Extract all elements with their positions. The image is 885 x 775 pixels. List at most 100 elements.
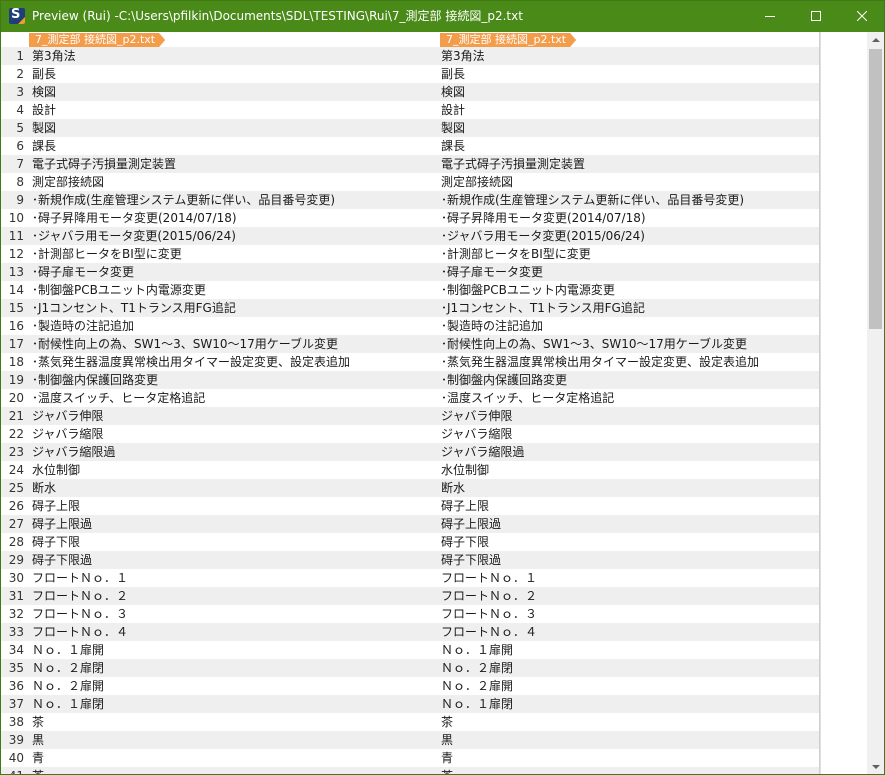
target-row[interactable]: ･新規作成(生産管理システム更新に伴い、品目番号変更) xyxy=(434,191,819,209)
target-row[interactable]: 碍子上限 xyxy=(434,497,819,515)
source-row[interactable]: 34 Ｎｏ．１扉開 xyxy=(1,641,434,659)
source-row[interactable]: 9 ･新規作成(生産管理システム更新に伴い、品目番号変更) xyxy=(1,191,434,209)
title-bar[interactable]: S Preview (Rui) -C:\Users\pfilkin\Docume… xyxy=(1,1,884,32)
source-row[interactable]: 36 Ｎｏ．２扉開 xyxy=(1,677,434,695)
source-row[interactable]: 24 水位制御 xyxy=(1,461,434,479)
target-row[interactable]: ･制御盤PCBユニット内電源変更 xyxy=(434,281,819,299)
source-row[interactable]: 17 ･耐候性向上の為、SW1～3、SW10～17用ケーブル変更 xyxy=(1,335,434,353)
scroll-down-button[interactable] xyxy=(867,758,884,774)
target-row[interactable]: 断水 xyxy=(434,479,819,497)
target-row[interactable]: 電子式碍子汚損量測定装置 xyxy=(434,155,819,173)
target-row[interactable]: フロートＮｏ．４ xyxy=(434,623,819,641)
source-row[interactable]: 11 ･ジャバラ用モータ変更(2015/06/24) xyxy=(1,227,434,245)
source-row[interactable]: 33 フロートＮｏ．４ xyxy=(1,623,434,641)
target-row[interactable]: ･制御盤内保護回路変更 xyxy=(434,371,819,389)
source-row[interactable]: 4 設計 xyxy=(1,101,434,119)
target-row[interactable]: 黒 xyxy=(434,731,819,749)
vertical-scrollbar[interactable] xyxy=(867,32,884,774)
target-row[interactable]: ･計測部ヒータをBI型に変更 xyxy=(434,245,819,263)
source-row[interactable]: 40 青 xyxy=(1,749,434,767)
source-row[interactable]: 27 碍子上限過 xyxy=(1,515,434,533)
source-row[interactable]: 28 碍子下限 xyxy=(1,533,434,551)
source-row[interactable]: 30 フロートＮｏ．１ xyxy=(1,569,434,587)
target-row[interactable]: 課長 xyxy=(434,137,819,155)
source-row[interactable]: 15 ･J1コンセント、T1トランス用FG追記 xyxy=(1,299,434,317)
target-row[interactable]: ･ジャバラ用モータ変更(2015/06/24) xyxy=(434,227,819,245)
source-row[interactable]: 3 検図 xyxy=(1,83,434,101)
source-row[interactable]: 31 フロートＮｏ．２ xyxy=(1,587,434,605)
source-row[interactable]: 1 第3角法 xyxy=(1,47,434,65)
target-row[interactable]: 青 xyxy=(434,749,819,767)
target-row[interactable]: ･J1コンセント、T1トランス用FG追記 xyxy=(434,299,819,317)
minimize-icon xyxy=(765,16,775,17)
source-row[interactable]: 16 ･製造時の注記追加 xyxy=(1,317,434,335)
target-row[interactable]: 水位制御 xyxy=(434,461,819,479)
target-row[interactable]: 測定部接続図 xyxy=(434,173,819,191)
source-row[interactable]: 41 茶 xyxy=(1,767,434,774)
target-row[interactable]: 碍子下限 xyxy=(434,533,819,551)
source-row[interactable]: 5 製図 xyxy=(1,119,434,137)
line-number: 7 xyxy=(16,157,24,171)
source-row[interactable]: 29 碍子下限過 xyxy=(1,551,434,569)
target-row[interactable]: Ｎｏ．２扉開 xyxy=(434,677,819,695)
arrow-up-icon xyxy=(872,38,880,42)
source-row[interactable]: 35 Ｎｏ．２扉閉 xyxy=(1,659,434,677)
source-row[interactable]: 2 副長 xyxy=(1,65,434,83)
source-row[interactable]: 10 ･碍子昇降用モータ変更(2014/07/18) xyxy=(1,209,434,227)
source-row[interactable]: 19 ･制御盤内保護回路変更 xyxy=(1,371,434,389)
target-row[interactable]: Ｎｏ．２扉閉 xyxy=(434,659,819,677)
source-row[interactable]: 12 ･計測部ヒータをBI型に変更 xyxy=(1,245,434,263)
target-row[interactable]: 製図 xyxy=(434,119,819,137)
target-row[interactable]: フロートＮｏ．２ xyxy=(434,587,819,605)
target-row[interactable]: ･碍子扉モータ変更 xyxy=(434,263,819,281)
line-number: 36 xyxy=(8,679,24,693)
source-segment-text: ･制御盤内保護回路変更 xyxy=(32,373,159,387)
source-row[interactable]: 7 電子式碍子汚損量測定装置 xyxy=(1,155,434,173)
source-row[interactable]: 18 ･蒸気発生器温度異常検出用タイマー設定変更、設定表追加 xyxy=(1,353,434,371)
source-segment-text: Ｎｏ．１扉開 xyxy=(32,643,105,657)
target-row[interactable]: 検図 xyxy=(434,83,819,101)
source-row[interactable]: 13 ･碍子扉モータ変更 xyxy=(1,263,434,281)
source-row[interactable]: 26 碍子上限 xyxy=(1,497,434,515)
close-button[interactable] xyxy=(839,1,884,32)
target-row[interactable]: 第3角法 xyxy=(434,47,819,65)
target-row[interactable]: ･耐候性向上の為、SW1～3、SW10～17用ケーブル変更 xyxy=(434,335,819,353)
target-row[interactable]: Ｎｏ．１扉閉 xyxy=(434,695,819,713)
target-row[interactable]: 茶 xyxy=(434,767,819,774)
source-row[interactable]: 32 フロートＮｏ．３ xyxy=(1,605,434,623)
source-row[interactable]: 8 測定部接続図 xyxy=(1,173,434,191)
target-row[interactable]: 碍子上限過 xyxy=(434,515,819,533)
source-row[interactable]: 14 ･制御盤PCBユニット内電源変更 xyxy=(1,281,434,299)
target-row[interactable]: 碍子下限過 xyxy=(434,551,819,569)
target-row[interactable]: ･製造時の注記追加 xyxy=(434,317,819,335)
target-pane[interactable]: 7_測定部 接続図_p2.txt 第3角法 副長 検図 設計 製図 課長 電子式碍子汚損量測… xyxy=(434,32,820,774)
target-segment-text: ･制御盤内保護回路変更 xyxy=(441,373,568,387)
target-row[interactable]: 設計 xyxy=(434,101,819,119)
source-pane[interactable]: 7_測定部 接続図_p2.txt 1 第3角法 2 副長 3 検図 4 設計 5 製図 6 課長 7 電子… xyxy=(1,32,434,774)
target-row[interactable]: Ｎｏ．１扉開 xyxy=(434,641,819,659)
source-row[interactable]: 23 ジャバラ縮限過 xyxy=(1,443,434,461)
target-row[interactable]: ジャバラ縮限過 xyxy=(434,443,819,461)
target-row[interactable]: フロートＮｏ．１ xyxy=(434,569,819,587)
source-row[interactable]: 6 課長 xyxy=(1,137,434,155)
source-row[interactable]: 38 茶 xyxy=(1,713,434,731)
target-row[interactable]: 茶 xyxy=(434,713,819,731)
target-row[interactable]: ･碍子昇降用モータ変更(2014/07/18) xyxy=(434,209,819,227)
scroll-up-button[interactable] xyxy=(867,32,884,49)
target-row[interactable]: 副長 xyxy=(434,65,819,83)
maximize-button[interactable] xyxy=(793,1,839,32)
scroll-thumb[interactable] xyxy=(869,49,882,329)
line-number: 17 xyxy=(8,337,24,351)
target-row[interactable]: ジャバラ縮限 xyxy=(434,425,819,443)
target-row[interactable]: ･蒸気発生器温度異常検出用タイマー設定変更、設定表追加 xyxy=(434,353,819,371)
minimize-button[interactable] xyxy=(747,1,793,32)
source-row[interactable]: 22 ジャバラ縮限 xyxy=(1,425,434,443)
source-row[interactable]: 25 断水 xyxy=(1,479,434,497)
target-row[interactable]: ジャバラ伸限 xyxy=(434,407,819,425)
target-row[interactable]: フロートＮｏ．３ xyxy=(434,605,819,623)
source-row[interactable]: 21 ジャバラ伸限 xyxy=(1,407,434,425)
source-row[interactable]: 20 ･温度スイッチ、ヒータ定格追記 xyxy=(1,389,434,407)
source-row[interactable]: 39 黒 xyxy=(1,731,434,749)
source-row[interactable]: 37 Ｎｏ．１扉閉 xyxy=(1,695,434,713)
target-row[interactable]: ･温度スイッチ、ヒータ定格追記 xyxy=(434,389,819,407)
